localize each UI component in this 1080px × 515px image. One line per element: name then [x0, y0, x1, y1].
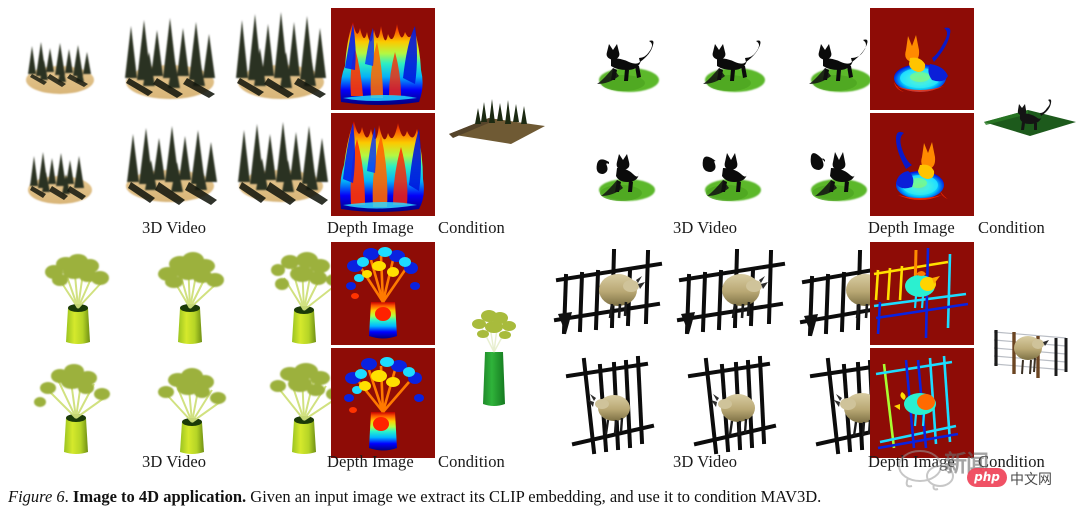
figure-image-to-4d: 3D Video Depth Image Condition 3D Video … — [0, 0, 1080, 515]
video-frame — [113, 120, 228, 220]
fence-depth-frame-2 — [875, 355, 959, 450]
condition-image — [982, 92, 1078, 146]
video-frame — [226, 118, 336, 220]
condition-image — [988, 318, 1074, 392]
video-frame — [10, 128, 110, 220]
video-frame — [10, 12, 110, 112]
video-frame — [28, 358, 124, 458]
fence-render-r2c1 — [565, 355, 655, 455]
label-condition-right-top: Condition — [978, 218, 1045, 237]
label-3d-video-right-bottom: 3D Video — [673, 452, 738, 471]
caption-body: Given an input image we extract its CLIP… — [250, 487, 822, 506]
watermark-chinese-text: 中文网 — [1010, 472, 1052, 488]
vase-render-r2c2 — [158, 368, 226, 454]
condition-image — [455, 300, 533, 416]
forest-depth-frame-2 — [340, 121, 424, 212]
figure-caption: Figure 6. Image to 4D application. Given… — [8, 487, 1072, 507]
label-3d-video-left-top: 3D Video — [142, 218, 207, 237]
video-frame — [560, 352, 672, 462]
caption-period: . — [64, 487, 73, 506]
vase-render-r1c1 — [45, 254, 109, 344]
fence-render-r2c2 — [687, 355, 777, 455]
caption-title: Image to 4D application. — [72, 487, 247, 506]
vase-condition-render — [472, 310, 516, 406]
condition-image — [441, 82, 551, 154]
vase-depth-frame-2 — [344, 357, 424, 451]
label-3d-video-right-top: 3D Video — [673, 218, 738, 237]
video-frame — [689, 36, 781, 98]
forest-render-r1c2 — [125, 18, 215, 99]
label-depth-image-left-bottom: Depth Image — [327, 452, 414, 471]
label-depth-image-right-bottom: Depth Image — [868, 452, 955, 471]
depth-image-panel — [331, 348, 435, 458]
label-condition-left-bottom: Condition — [438, 452, 505, 471]
cat-depth-frame-2 — [896, 131, 948, 200]
depth-image-panel — [870, 348, 974, 458]
fence-depth-frame-1 — [873, 247, 969, 339]
label-condition-left-top: Condition — [438, 218, 505, 237]
video-frame — [583, 142, 675, 208]
forest-render-r2c2 — [126, 126, 217, 205]
forest-render-r1c3 — [236, 12, 326, 99]
forest-render-r2c3 — [238, 122, 328, 205]
fence-render-r1c1 — [553, 248, 663, 335]
video-frame — [140, 248, 240, 350]
depth-image-panel — [331, 113, 435, 216]
forest-render-r1c1 — [26, 42, 94, 94]
caption-figure-number: Figure 6 — [8, 487, 65, 506]
depth-image-panel — [331, 242, 435, 345]
cat-render-r2c2 — [702, 153, 761, 201]
video-frame — [113, 6, 228, 118]
vase-depth-frame-1 — [346, 247, 420, 339]
label-depth-image-right-top: Depth Image — [868, 218, 955, 237]
fence-render-r1c2 — [676, 248, 786, 335]
video-frame — [142, 360, 238, 458]
watermark-php-badge: php — [967, 468, 1007, 487]
video-frame — [226, 4, 336, 118]
vase-render-r1c2 — [158, 252, 224, 344]
label-depth-image-left-top: Depth Image — [327, 218, 414, 237]
depth-image-panel — [870, 242, 974, 345]
cat-render-r1c2 — [703, 40, 765, 92]
cat-render-r1c1 — [597, 40, 659, 92]
video-frame — [552, 246, 672, 356]
depth-image-panel — [870, 113, 974, 216]
fence-condition-render — [993, 330, 1068, 378]
depth-image-panel — [331, 8, 435, 110]
forest-depth-frame-1 — [340, 22, 423, 105]
vase-render-r2c1 — [34, 364, 110, 454]
forest-render-r2c1 — [28, 152, 92, 204]
label-3d-video-left-bottom: 3D Video — [142, 452, 207, 471]
video-frame — [675, 246, 795, 356]
video-frame — [583, 36, 675, 98]
cat-depth-frame-1 — [894, 27, 951, 92]
video-frame — [30, 250, 126, 350]
depth-image-panel — [870, 8, 974, 110]
cat-condition-render — [984, 99, 1076, 136]
video-frame — [689, 140, 781, 208]
forest-condition-render — [449, 99, 545, 144]
video-frame — [682, 352, 794, 462]
cat-render-r2c1 — [596, 154, 655, 201]
